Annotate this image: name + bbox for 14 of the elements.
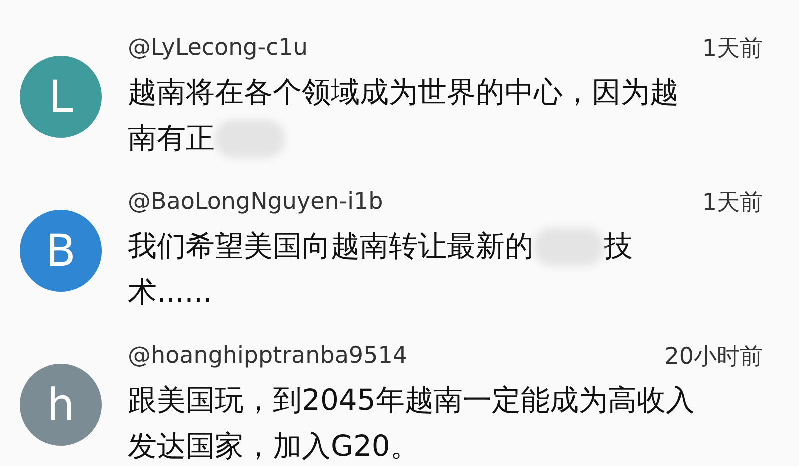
username[interactable]: @LyLecong-c1u xyxy=(128,35,308,61)
avatar[interactable]: B xyxy=(20,210,102,292)
comment-text: 发达国家，加入G20。 xyxy=(128,428,420,465)
comment-text: 越南将在各个领域成为世界的中心，因为越 xyxy=(128,74,679,111)
timestamp: 1天前 xyxy=(702,34,763,64)
comment-text: 技 xyxy=(604,228,633,265)
timestamp: 1天前 xyxy=(702,188,763,218)
username[interactable]: @hoanghipptranba9514 xyxy=(128,343,408,369)
comment-text: 我们希望美国向越南转让最新的 xyxy=(128,228,534,265)
timestamp: 20小时前 xyxy=(664,342,763,372)
comment-text: 术...... xyxy=(128,274,212,311)
comment-text: 南有正 xyxy=(128,120,215,157)
comment-text: 跟美国玩，到2045年越南一定能成为高收入 xyxy=(128,382,695,419)
username[interactable]: @BaoLongNguyen-i1b xyxy=(128,189,384,215)
